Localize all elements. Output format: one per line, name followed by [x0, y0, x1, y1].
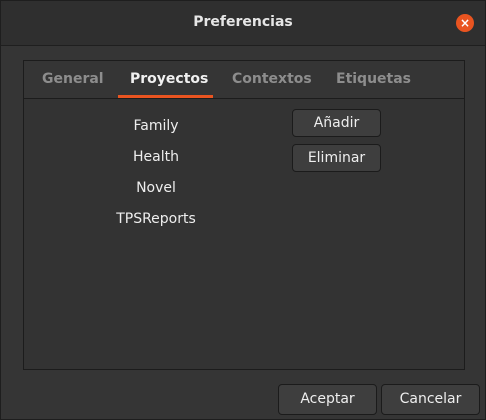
tab-general[interactable]: General — [42, 71, 104, 87]
project-list: Family Health Novel TPSReports — [46, 111, 266, 235]
titlebar: Preferencias × — [1, 1, 485, 46]
dialog-title: Preferencias — [193, 14, 293, 30]
accept-button[interactable]: Aceptar — [278, 384, 377, 415]
add-project-button[interactable]: Añadir — [292, 109, 381, 137]
close-icon[interactable]: × — [456, 14, 474, 32]
cancel-button[interactable]: Cancelar — [381, 384, 480, 415]
tab-contextos[interactable]: Contextos — [232, 71, 312, 87]
preferences-notebook: General Proyectos Contextos Etiquetas Fa… — [23, 60, 465, 370]
list-item[interactable]: Health — [46, 142, 266, 173]
list-item[interactable]: TPSReports — [46, 204, 266, 235]
active-tab-indicator — [118, 95, 213, 98]
tab-proyectos[interactable]: Proyectos — [130, 71, 208, 87]
remove-project-button[interactable]: Eliminar — [292, 144, 381, 172]
list-item[interactable]: Family — [46, 111, 266, 142]
tab-bar: General Proyectos Contextos Etiquetas — [24, 61, 464, 99]
tab-etiquetas[interactable]: Etiquetas — [336, 71, 411, 87]
list-item[interactable]: Novel — [46, 173, 266, 204]
preferences-dialog: Preferencias × General Proyectos Context… — [0, 0, 486, 420]
